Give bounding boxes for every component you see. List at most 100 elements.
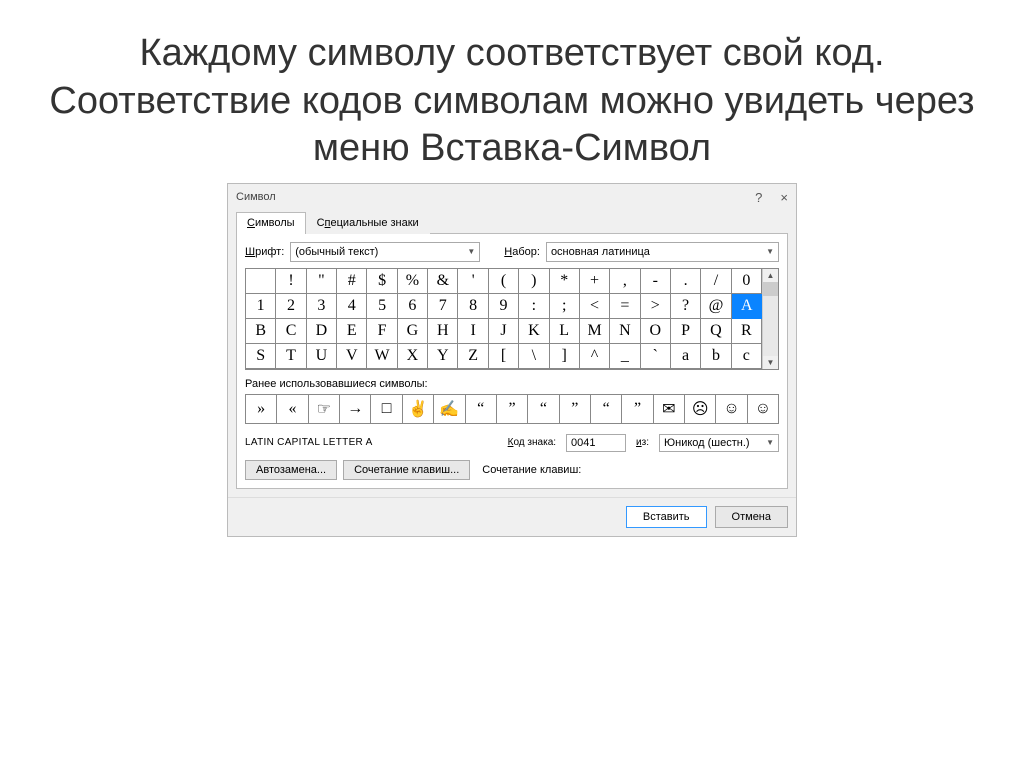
char-cell[interactable]: 3 bbox=[307, 294, 337, 319]
char-cell[interactable]: c bbox=[732, 344, 762, 369]
char-cell[interactable]: X bbox=[398, 344, 428, 369]
from-select[interactable]: Юникод (шестн.) ▼ bbox=[659, 434, 779, 452]
scrollbar[interactable]: ▲ ▼ bbox=[762, 269, 778, 369]
char-cell[interactable]: 5 bbox=[367, 294, 397, 319]
char-cell[interactable]: " bbox=[307, 269, 337, 294]
char-cell[interactable]: _ bbox=[610, 344, 640, 369]
recent-char-cell[interactable]: “ bbox=[591, 395, 622, 423]
recent-char-cell[interactable]: “ bbox=[528, 395, 559, 423]
char-cell[interactable]: 1 bbox=[246, 294, 276, 319]
autocorrect-button[interactable]: Автозамена... bbox=[245, 460, 337, 480]
close-button[interactable]: × bbox=[780, 190, 788, 205]
recent-char-cell[interactable]: ” bbox=[622, 395, 653, 423]
char-cell[interactable]: $ bbox=[367, 269, 397, 294]
char-cell[interactable]: * bbox=[550, 269, 580, 294]
char-cell[interactable]: ) bbox=[519, 269, 549, 294]
char-cell[interactable]: E bbox=[337, 319, 367, 344]
char-cell[interactable]: % bbox=[398, 269, 428, 294]
char-cell[interactable]: # bbox=[337, 269, 367, 294]
char-cell[interactable]: , bbox=[610, 269, 640, 294]
char-cell[interactable]: H bbox=[428, 319, 458, 344]
char-cell[interactable]: \ bbox=[519, 344, 549, 369]
char-cell[interactable]: Z bbox=[458, 344, 488, 369]
char-cell[interactable]: J bbox=[489, 319, 519, 344]
help-button[interactable]: ? bbox=[755, 190, 762, 205]
char-cell[interactable]: N bbox=[610, 319, 640, 344]
font-select[interactable]: (обычный текст) ▼ bbox=[290, 242, 480, 262]
recent-char-cell[interactable]: ☞ bbox=[309, 395, 340, 423]
char-cell[interactable]: & bbox=[428, 269, 458, 294]
recent-char-cell[interactable]: ☹ bbox=[685, 395, 716, 423]
char-cell[interactable]: 4 bbox=[337, 294, 367, 319]
recent-char-cell[interactable]: ✌ bbox=[403, 395, 434, 423]
char-cell[interactable]: ] bbox=[550, 344, 580, 369]
code-input[interactable]: 0041 bbox=[566, 434, 626, 452]
tab-symbols[interactable]: Символы bbox=[236, 212, 306, 234]
insert-button[interactable]: Вставить bbox=[626, 506, 707, 528]
char-cell[interactable]: ( bbox=[489, 269, 519, 294]
char-cell[interactable]: P bbox=[671, 319, 701, 344]
scroll-down-icon[interactable]: ▼ bbox=[765, 356, 777, 369]
char-cell[interactable]: B bbox=[246, 319, 276, 344]
char-cell[interactable]: F bbox=[367, 319, 397, 344]
char-cell[interactable]: - bbox=[641, 269, 671, 294]
char-cell[interactable]: O bbox=[641, 319, 671, 344]
char-cell[interactable]: 6 bbox=[398, 294, 428, 319]
char-cell[interactable]: ! bbox=[276, 269, 306, 294]
char-cell[interactable]: I bbox=[458, 319, 488, 344]
char-cell[interactable]: S bbox=[246, 344, 276, 369]
char-cell[interactable]: D bbox=[307, 319, 337, 344]
char-cell[interactable]: [ bbox=[489, 344, 519, 369]
scroll-track[interactable] bbox=[763, 282, 778, 356]
char-cell[interactable]: @ bbox=[701, 294, 731, 319]
char-cell[interactable]: = bbox=[610, 294, 640, 319]
char-cell[interactable]: U bbox=[307, 344, 337, 369]
char-cell[interactable]: < bbox=[580, 294, 610, 319]
char-cell[interactable]: ^ bbox=[580, 344, 610, 369]
char-cell[interactable]: / bbox=[701, 269, 731, 294]
char-cell[interactable]: Q bbox=[701, 319, 731, 344]
char-cell[interactable]: W bbox=[367, 344, 397, 369]
char-cell[interactable]: 7 bbox=[428, 294, 458, 319]
char-cell[interactable]: a bbox=[671, 344, 701, 369]
char-cell[interactable]: R bbox=[732, 319, 762, 344]
char-cell[interactable]: : bbox=[519, 294, 549, 319]
char-cell[interactable]: G bbox=[398, 319, 428, 344]
char-cell[interactable]: K bbox=[519, 319, 549, 344]
recent-char-cell[interactable]: ✉ bbox=[654, 395, 685, 423]
char-cell[interactable]: + bbox=[580, 269, 610, 294]
recent-char-cell[interactable]: “ bbox=[466, 395, 497, 423]
recent-char-cell[interactable]: ” bbox=[560, 395, 591, 423]
scroll-up-icon[interactable]: ▲ bbox=[765, 269, 777, 282]
char-cell[interactable]: b bbox=[701, 344, 731, 369]
char-cell[interactable]: Y bbox=[428, 344, 458, 369]
char-cell[interactable]: T bbox=[276, 344, 306, 369]
char-cell[interactable]: 2 bbox=[276, 294, 306, 319]
tab-special[interactable]: Специальные знаки bbox=[306, 212, 430, 234]
shortcut-button[interactable]: Сочетание клавиш... bbox=[343, 460, 470, 480]
cancel-button[interactable]: Отмена bbox=[715, 506, 788, 528]
recent-char-cell[interactable]: « bbox=[277, 395, 308, 423]
char-cell[interactable]: C bbox=[276, 319, 306, 344]
char-cell[interactable]: ' bbox=[458, 269, 488, 294]
char-cell[interactable]: M bbox=[580, 319, 610, 344]
char-cell[interactable]: 8 bbox=[458, 294, 488, 319]
recent-char-cell[interactable]: ✍ bbox=[434, 395, 465, 423]
char-cell[interactable]: > bbox=[641, 294, 671, 319]
recent-char-cell[interactable]: → bbox=[340, 395, 371, 423]
char-cell[interactable]: . bbox=[671, 269, 701, 294]
recent-char-cell[interactable]: ” bbox=[497, 395, 528, 423]
char-cell[interactable]: ? bbox=[671, 294, 701, 319]
recent-char-cell[interactable]: » bbox=[246, 395, 277, 423]
recent-char-cell[interactable]: □ bbox=[371, 395, 402, 423]
subset-select[interactable]: основная латиница ▼ bbox=[546, 242, 779, 262]
char-cell[interactable]: 9 bbox=[489, 294, 519, 319]
recent-char-cell[interactable]: ☺ bbox=[716, 395, 747, 423]
char-cell[interactable]: V bbox=[337, 344, 367, 369]
char-cell[interactable]: A bbox=[732, 294, 762, 319]
char-cell[interactable]: 0 bbox=[732, 269, 762, 294]
char-cell[interactable] bbox=[246, 269, 276, 294]
scroll-thumb[interactable] bbox=[763, 282, 778, 296]
char-cell[interactable]: ; bbox=[550, 294, 580, 319]
char-cell[interactable]: ` bbox=[641, 344, 671, 369]
